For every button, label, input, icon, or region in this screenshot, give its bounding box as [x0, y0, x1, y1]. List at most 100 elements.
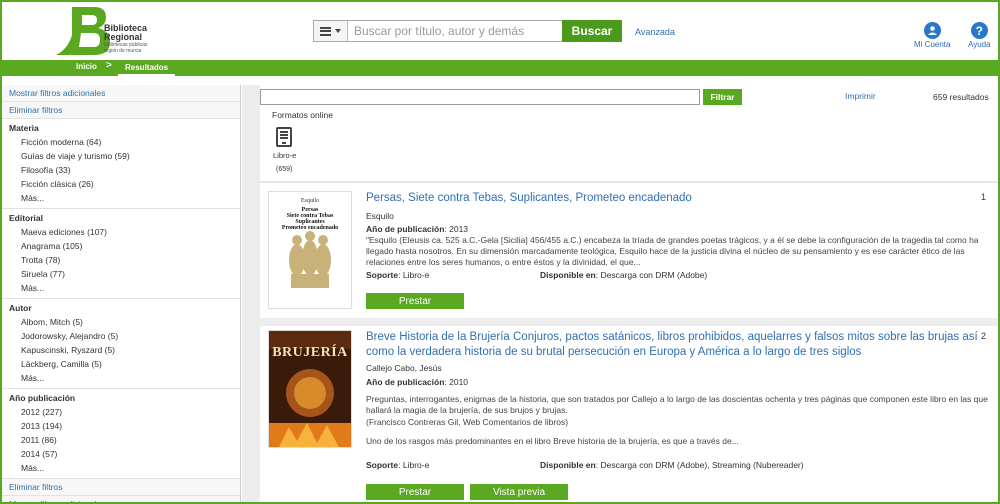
result-title-link[interactable]: Persas, Siete contra Tebas, Suplicantes,… — [366, 191, 986, 206]
result-available: Disponible en: Descarga con DRM (Adobe) — [540, 270, 707, 280]
facet-autor: Autor Albom, Mitch (5) Jodorowsky, Aleja… — [2, 299, 240, 389]
year-label: Año de publicación — [366, 377, 445, 387]
result-item: BRUJERÍA Breve Historia de la Brujería C… — [260, 326, 998, 502]
logo-text: Biblioteca Regional bibliotecas públicas… — [104, 24, 147, 55]
chevron-down-icon — [335, 29, 341, 33]
search-input[interactable] — [348, 21, 562, 41]
remove-filters-link[interactable]: Eliminar filtros — [2, 102, 240, 119]
result-description-source: (Francisco Contreras Gil, Web Comentario… — [366, 417, 569, 427]
results-count: 659 resultados — [933, 92, 989, 102]
year-value: : 2013 — [444, 224, 469, 234]
facet-item[interactable]: 2013 (194) — [2, 419, 240, 433]
facet-year: Año publicación 2012 (227) 2013 (194) 20… — [2, 389, 240, 479]
cover-author: Esquilo — [300, 198, 320, 204]
facet-materia: Materia Ficción moderna (64) Guías de vi… — [2, 119, 240, 209]
facet-more-link[interactable]: Más... — [2, 461, 240, 475]
help-icon: ? — [970, 22, 988, 39]
available-value: : Descarga con DRM (Adobe), Streaming (N… — [595, 460, 804, 470]
facet-item[interactable]: Siruela (77) — [2, 267, 240, 281]
facet-item[interactable]: Guías de viaje y turismo (59) — [2, 149, 240, 163]
search-button[interactable]: Buscar — [562, 20, 622, 42]
facet-title: Autor — [9, 303, 32, 313]
remove-filters-link-bottom[interactable]: Eliminar filtros — [2, 479, 240, 496]
facet-item[interactable]: Ficción clásica (26) — [2, 177, 240, 191]
support-value: : Libro-e — [398, 270, 430, 280]
breadcrumb-results-tab[interactable]: Resultados — [118, 60, 176, 76]
ebook-icon[interactable] — [276, 127, 292, 147]
show-additional-filters-link[interactable]: Mostrar filtros adicionales — [2, 85, 240, 102]
facet-item[interactable]: 2012 (227) — [2, 405, 240, 419]
result-year: Año de publicación: 2013 — [366, 224, 468, 234]
filter-button[interactable]: Filtrar — [703, 89, 742, 105]
result-available: Disponible en: Descarga con DRM (Adobe),… — [540, 460, 804, 470]
facet-item[interactable]: 2014 (57) — [2, 447, 240, 461]
borrow-button[interactable]: Prestar — [366, 293, 464, 309]
result-year: Año de publicación: 2010 — [366, 377, 468, 387]
my-account-label: Mi Cuenta — [914, 40, 951, 49]
result-author[interactable]: Callejo Cabo, Jesús — [366, 363, 442, 373]
user-icon — [923, 22, 941, 39]
facet-item[interactable]: 2011 (86) — [2, 433, 240, 447]
result-description: Preguntas, interrogantes, enigmas de la … — [366, 394, 988, 415]
search-bar — [313, 20, 563, 42]
ebook-format-count: (659) — [276, 166, 293, 173]
result-item: Esquilo Persas Siete contra Tebas Suplic… — [260, 183, 998, 318]
facet-title: Materia — [9, 123, 39, 133]
available-value: : Descarga con DRM (Adobe) — [595, 270, 708, 280]
breadcrumb: Inicio > Resultados — [2, 60, 998, 76]
breadcrumb-separator: > — [106, 60, 112, 71]
library-logo[interactable]: Biblioteca Regional bibliotecas públicas… — [54, 5, 184, 57]
menu-icon — [320, 26, 331, 36]
facet-editorial: Editorial Maeva ediciones (107) Anagrama… — [2, 209, 240, 299]
result-description: "Esquilo (Eleusis ca. 525 a.C.-Gela [Sic… — [366, 235, 979, 267]
facet-item[interactable]: Läckberg, Camilla (5) — [2, 357, 240, 371]
cover-title: Persas Siete contra Tebas Suplicantes Pr… — [281, 207, 339, 231]
ebook-format-label[interactable]: Libro-e — [273, 151, 296, 160]
my-account-button[interactable]: Mi Cuenta — [914, 22, 950, 49]
support-label: Soporte — [366, 270, 399, 280]
facet-item[interactable]: Trotta (78) — [2, 253, 240, 267]
advanced-search-link[interactable]: Avanzada — [635, 27, 675, 37]
result-description-more: Uno de los rasgos más predominantes en e… — [366, 436, 739, 446]
print-link[interactable]: Imprimir — [845, 91, 876, 101]
facet-item[interactable]: Filosofía (33) — [2, 163, 240, 177]
available-label: Disponible en — [540, 270, 596, 280]
cover-title: BRUJERÍA — [272, 345, 348, 360]
online-formats-label: Formatos online — [272, 110, 333, 120]
facet-more-link[interactable]: Más... — [2, 191, 240, 205]
help-label: Ayuda — [968, 40, 991, 49]
breadcrumb-home[interactable]: Inicio — [76, 62, 97, 71]
facet-item[interactable]: Albom, Mitch (5) — [2, 315, 240, 329]
app-frame: Biblioteca Regional bibliotecas públicas… — [0, 0, 1000, 504]
result-title-link[interactable]: Breve Historia de la Brujería Conjuros, … — [366, 330, 986, 360]
help-button[interactable]: ? Ayuda — [968, 22, 991, 49]
support-label: Soporte — [366, 460, 399, 470]
support-value: : Libro-e — [398, 460, 430, 470]
result-author[interactable]: Esquilo — [366, 211, 394, 221]
book-cover[interactable]: BRUJERÍA — [268, 330, 352, 448]
facet-more-link[interactable]: Más... — [2, 371, 240, 385]
logo-line-2: Regional — [104, 32, 143, 42]
available-label: Disponible en — [540, 460, 596, 470]
filters-sidebar: Mostrar filtros adicionales Eliminar fil… — [2, 85, 241, 502]
facet-item[interactable]: Kapuscinski, Ryszard (5) — [2, 343, 240, 357]
borrow-button[interactable]: Prestar — [366, 484, 464, 500]
facet-item[interactable]: Maeva ediciones (107) — [2, 225, 240, 239]
facet-item[interactable]: Jodorowsky, Alejandro (5) — [2, 329, 240, 343]
year-value: : 2010 — [444, 377, 469, 387]
facet-title: Editorial — [9, 213, 44, 223]
facet-more-link[interactable]: Más... — [2, 281, 240, 295]
year-label: Año de publicación — [366, 224, 445, 234]
filter-input[interactable] — [260, 89, 700, 105]
facet-item[interactable]: Ficción moderna (64) — [2, 135, 240, 149]
breadcrumb-results: Resultados — [125, 63, 169, 72]
search-type-dropdown[interactable] — [314, 21, 348, 41]
result-divider — [260, 318, 998, 326]
result-support: Soporte: Libro-e — [366, 460, 429, 470]
logo-line-4: región de murcia — [104, 48, 142, 54]
preview-button[interactable]: Vista previa — [470, 484, 568, 500]
book-cover[interactable]: Esquilo Persas Siete contra Tebas Suplic… — [268, 191, 352, 309]
facet-item[interactable]: Anagrama (105) — [2, 239, 240, 253]
show-additional-filters-link-bottom[interactable]: Mostrar filtros adicionales — [2, 496, 240, 502]
facet-title: Año publicación — [9, 393, 76, 403]
